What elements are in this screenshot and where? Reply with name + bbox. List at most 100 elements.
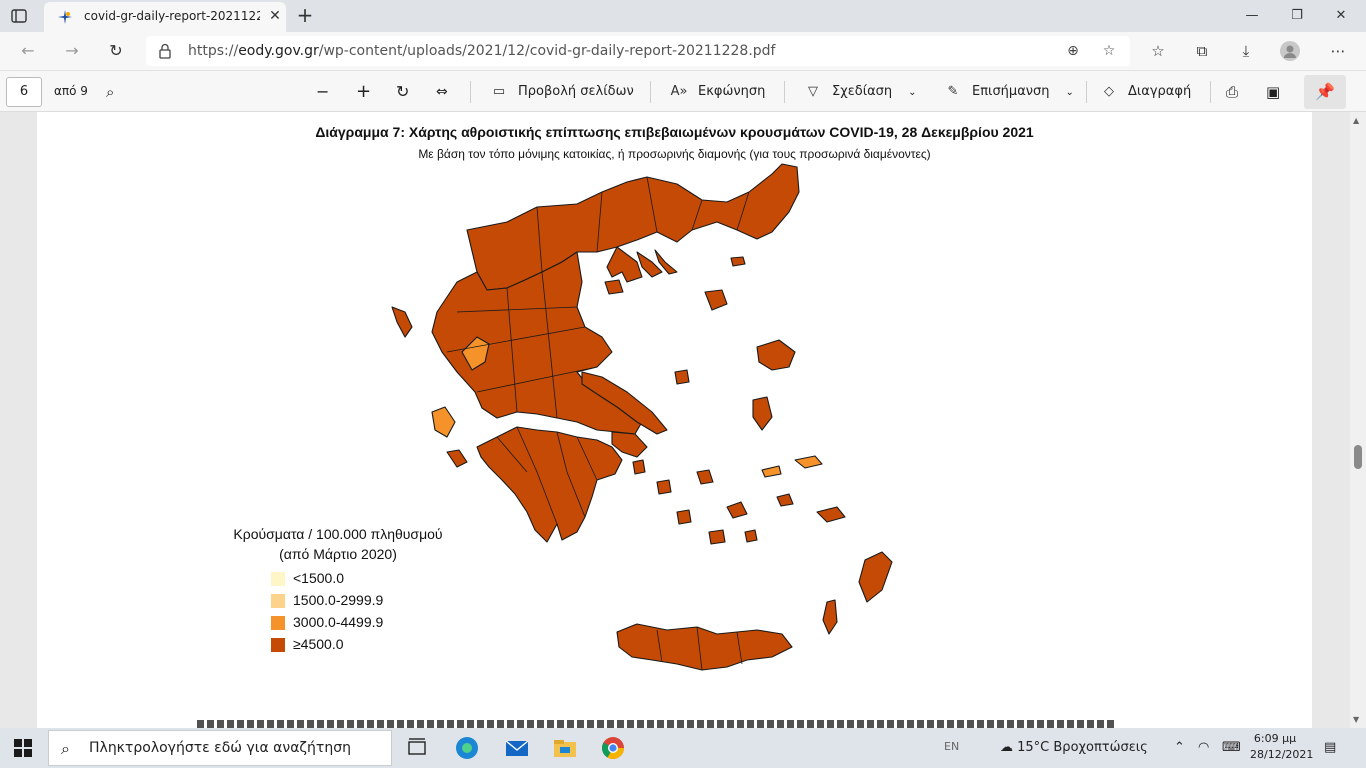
notifications-icon[interactable]: ▤ <box>1324 740 1336 755</box>
region-lesvos <box>756 339 796 371</box>
region-samos-mid <box>794 455 823 469</box>
legend-label: <1500.0 <box>293 570 344 586</box>
legend-swatch <box>271 594 285 608</box>
separator <box>1086 81 1087 103</box>
keyboard-icon[interactable]: ⌨ <box>1222 740 1241 755</box>
zoom-out-icon[interactable]: − <box>316 82 329 102</box>
profile-avatar[interactable] <box>1280 41 1300 61</box>
legend-swatch <box>271 572 285 586</box>
favorites-icon[interactable]: ☆ <box>1148 41 1168 61</box>
refresh-icon[interactable]: ↻ <box>106 41 126 61</box>
draw-chevron-down-icon[interactable]: ⌄ <box>908 87 916 98</box>
region-chalkidiki <box>606 246 678 283</box>
back-icon[interactable]: ← <box>18 41 38 61</box>
taskbar-search-box[interactable]: ⌕ Πληκτρολογήστε εδώ για αναζήτηση <box>48 730 392 766</box>
page-number-input[interactable]: 6 <box>6 77 42 107</box>
active-tab[interactable]: covid-gr-daily-report-20211228.pdf ✕ <box>44 2 286 32</box>
highlight-icon: ✎ <box>947 84 959 99</box>
zoom-in-icon[interactable]: + <box>356 82 371 102</box>
region-karpathos <box>822 599 838 635</box>
region-corfu <box>391 306 413 338</box>
legend-title: Κρούσματα / 100.000 πληθυσμού (από Μάρτι… <box>203 524 473 564</box>
navigation-bar: ← → ↻ https://eody.gov.gr/wp-content/upl… <box>0 32 1366 70</box>
region-peloponnese <box>476 426 623 543</box>
fit-page-icon[interactable]: ⇔ <box>436 82 448 102</box>
greece-incidence-map <box>391 163 893 671</box>
read-aloud-label: Εκφώνηση <box>698 84 766 99</box>
search-icon: ⌕ <box>61 739 70 758</box>
system-clock[interactable]: 6:09 μμ 28/12/2021 <box>1250 731 1313 763</box>
file-explorer-icon[interactable] <box>552 735 578 761</box>
weather-widget[interactable]: ☁ 15°C Βροχοπτώσεις <box>1000 740 1148 755</box>
tab-close-icon[interactable]: ✕ <box>266 7 284 25</box>
url-text: https://eody.gov.gr/wp-content/uploads/2… <box>188 43 775 59</box>
lock-icon[interactable] <box>158 43 172 59</box>
region-central-greece <box>431 251 643 435</box>
region-crete <box>616 623 793 671</box>
region-lemnos <box>704 289 728 311</box>
pdf-toolbar: 6 από 9 ⌕ − + ↻ ⇔ ▭ Προβολή σελίδων A» Εκφ… <box>0 70 1366 112</box>
draw-button[interactable]: ▽ Σχεδίαση ⌄ <box>804 82 917 102</box>
clock-time: 6:09 μμ <box>1253 732 1297 745</box>
new-tab-button[interactable]: + <box>294 4 316 26</box>
downloads-icon[interactable]: ⤓ <box>1236 41 1256 61</box>
pin-toolbar-icon[interactable]: 📌 <box>1304 75 1346 109</box>
network-icon[interactable]: ◠ <box>1198 740 1209 755</box>
region-chios <box>752 396 773 431</box>
windows-start-icon[interactable] <box>14 739 32 757</box>
maximize-button[interactable]: ❐ <box>1287 6 1307 26</box>
page-view-icon: ▭ <box>492 84 506 99</box>
url-domain: eody.gov.gr <box>238 43 319 59</box>
eraser-icon: ◇ <box>1104 84 1114 99</box>
minimize-button[interactable]: — <box>1242 6 1262 26</box>
legend-swatch <box>271 616 285 630</box>
legend-label: 3000.0-4499.9 <box>293 614 384 630</box>
region-zakynthos <box>446 449 468 468</box>
zoom-icon[interactable]: ⊕ <box>1064 42 1082 60</box>
add-favorite-icon[interactable]: ☆ <box>1100 42 1118 60</box>
erase-button[interactable]: ◇ Διαγραφή <box>1100 82 1191 102</box>
scroll-up-icon[interactable]: ▲ <box>1353 116 1359 125</box>
highlight-label: Επισήμανση <box>972 84 1050 99</box>
page-view-button[interactable]: ▭ Προβολή σελίδων <box>490 82 634 102</box>
chevron-up-icon[interactable]: ⌃ <box>1174 740 1185 755</box>
forward-icon[interactable]: → <box>62 41 82 61</box>
scroll-thumb[interactable] <box>1354 445 1362 469</box>
close-window-button[interactable]: ✕ <box>1331 6 1351 26</box>
scroll-down-icon[interactable]: ▼ <box>1353 715 1359 724</box>
next-figure-title-cutoff <box>197 720 1117 728</box>
pdf-page: Διάγραμμα 7: Χάρτης αθροιστικής επίπτωση… <box>37 112 1312 728</box>
chrome-icon[interactable] <box>600 735 626 761</box>
address-bar[interactable]: https://eody.gov.gr/wp-content/uploads/2… <box>146 36 1130 66</box>
pdf-viewer: Διάγραμμα 7: Χάρτης αθροιστικής επίπτωση… <box>0 112 1366 728</box>
weather-icon: ☁ <box>1000 740 1018 755</box>
vertical-scrollbar[interactable]: ▲ ▼ <box>1350 112 1366 728</box>
url-path: /wp-content/uploads/2021/12/covid-gr-dai… <box>318 43 776 59</box>
region-kefalonia-mid <box>431 406 456 438</box>
page-view-label: Προβολή σελίδων <box>518 84 634 99</box>
language-indicator[interactable]: EN <box>944 740 959 753</box>
read-aloud-icon: A» <box>670 84 688 99</box>
region-skyros <box>674 369 690 385</box>
draw-label: Σχεδίαση <box>832 84 893 99</box>
save-icon[interactable]: ▣ <box>1266 82 1280 102</box>
separator <box>650 81 651 103</box>
edge-browser-icon[interactable] <box>454 735 480 761</box>
tab-actions-icon[interactable] <box>10 7 28 25</box>
rotate-icon[interactable]: ↻ <box>396 82 409 102</box>
highlight-button[interactable]: ✎ Επισήμανση ⌄ <box>944 82 1074 102</box>
print-icon[interactable]: ⎙ <box>1226 82 1238 102</box>
highlight-chevron-down-icon[interactable]: ⌄ <box>1066 87 1074 98</box>
read-aloud-button[interactable]: A» Εκφώνηση <box>670 82 766 102</box>
separator <box>470 81 471 103</box>
collections-icon[interactable]: ⧉ <box>1192 41 1212 61</box>
eody-favicon-icon <box>58 10 72 24</box>
region-rhodes <box>858 551 893 603</box>
region-kos <box>816 506 846 523</box>
more-menu-icon[interactable]: ⋯ <box>1328 41 1348 61</box>
find-icon[interactable]: ⌕ <box>106 82 114 102</box>
mail-icon[interactable] <box>504 735 530 761</box>
erase-label: Διαγραφή <box>1128 84 1192 99</box>
task-view-icon[interactable] <box>404 735 430 761</box>
search-placeholder: Πληκτρολογήστε εδώ για αναζήτηση <box>89 740 351 756</box>
